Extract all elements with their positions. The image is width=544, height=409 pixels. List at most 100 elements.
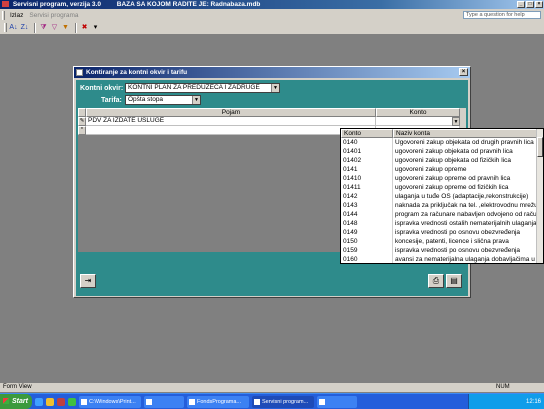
dropdown-row[interactable]: 0142 ulaganja u tuđe OS (adaptacije,rekon… bbox=[341, 192, 537, 201]
folder-icon[interactable] bbox=[46, 397, 54, 406]
dropdown-konto-code: 0141 bbox=[341, 165, 393, 174]
dropdown-row[interactable]: 0160 avansi za nematerijalna ulaganja dob… bbox=[341, 255, 537, 263]
clock: 12:16 bbox=[525, 399, 541, 405]
chevron-down-icon[interactable]: ▼ bbox=[192, 96, 200, 104]
status-text: Form View bbox=[3, 384, 32, 390]
app-icon bbox=[2, 1, 9, 8]
dropdown-konto-code: 01401 bbox=[341, 147, 393, 156]
start-button[interactable]: Start bbox=[0, 394, 32, 409]
exit-door-icon[interactable]: ⇥ bbox=[80, 274, 96, 288]
kontni-okvir-combo[interactable]: KONTNI PLAN ZA PREDUZEĆA I ZADRUGE ▼ bbox=[125, 83, 280, 93]
dropdown-konto-name: avansi za nematerijalna ulaganja dobavlj… bbox=[395, 256, 537, 263]
task-button[interactable] bbox=[317, 395, 357, 408]
dropdown-scrollbar[interactable] bbox=[536, 129, 543, 263]
taskbar: Start C:\Windows\Print... FondsPrograma.… bbox=[0, 393, 544, 409]
dropdown-konto-name: koncesije, patenti, licence i slična pra… bbox=[395, 238, 509, 245]
menu-servisi-programa[interactable]: Servisi programa bbox=[26, 12, 81, 19]
dropdown-konto-code: 0150 bbox=[341, 237, 393, 246]
dialog-title-bar: Kontiranje za kontni okvir i tarifu × bbox=[74, 67, 470, 78]
dropdown-row[interactable]: 0149 ispravka vrednosti po osnovu obezvre… bbox=[341, 228, 537, 237]
column-header-konto[interactable]: Konto bbox=[376, 108, 460, 117]
dropdown-row[interactable]: 0148 ispravka vrednosti ostalih nematerij… bbox=[341, 219, 537, 228]
task-button-active[interactable]: Servisni program... bbox=[252, 395, 314, 408]
minimize-button[interactable]: _ bbox=[517, 1, 525, 8]
cell-konto[interactable] bbox=[376, 117, 460, 126]
sort-ascending-icon[interactable]: A↓ bbox=[9, 23, 18, 32]
dropdown-konto-code: 01402 bbox=[341, 156, 393, 165]
dropdown-konto-name: ugovoreni zakup opreme od fizičkih lica bbox=[395, 184, 509, 191]
dropdown-konto-code: 0148 bbox=[341, 219, 393, 228]
dropdown-konto-name: ugovoreni zakup objekata od pravnih lica bbox=[395, 148, 513, 155]
dropdown-row[interactable]: 01410 ugovoreni zakup opreme od pravnih l… bbox=[341, 174, 537, 183]
row-selector-edit[interactable]: ✎ bbox=[78, 117, 86, 126]
dropdown-row[interactable]: 0143 naknada za priključak na tel. ,elekt… bbox=[341, 201, 537, 210]
form-icon bbox=[76, 69, 83, 76]
dropdown-row[interactable]: 0144 program za računare nabavljen odvoje… bbox=[341, 210, 537, 219]
dropdown-konto-code: 01410 bbox=[341, 174, 393, 183]
help-question-input[interactable]: Type a question for help bbox=[463, 11, 541, 19]
chevron-down-icon[interactable]: ▼ bbox=[452, 117, 460, 126]
cell-pojam[interactable] bbox=[86, 126, 376, 135]
kontni-okvir-label: Kontni okvir: bbox=[80, 85, 124, 92]
dropdown-konto-code: 0160 bbox=[341, 255, 393, 263]
dropdown-header-naziv: Naziv konta bbox=[393, 129, 537, 138]
dropdown-konto-code: 0140 bbox=[341, 138, 393, 147]
dropdown-konto-name: ispravka vrednosti po osnovu obezvređenj… bbox=[395, 229, 521, 236]
dropdown-arrow-icon[interactable]: ▾ bbox=[91, 23, 100, 32]
column-header-pojam[interactable]: Pojam bbox=[86, 108, 376, 117]
delete-record-icon[interactable]: ✖ bbox=[80, 23, 89, 32]
dropdown-konto-name: naknada za priključak na tel. ,elektrovo… bbox=[395, 202, 537, 209]
task-button[interactable] bbox=[144, 395, 184, 408]
task-button[interactable]: FondsPrograma... bbox=[187, 395, 249, 408]
system-tray: 12:16 bbox=[468, 394, 544, 409]
cell-pojam[interactable]: PDV ZA IZDATE USLUGE bbox=[86, 117, 376, 126]
filter-selection-icon[interactable]: ⧩ bbox=[39, 23, 48, 32]
browser-icon[interactable] bbox=[35, 397, 43, 406]
num-lock-indicator: NUM bbox=[496, 384, 510, 390]
dropdown-konto-name: ispravka vrednosti ostalih nematerijalni… bbox=[395, 220, 537, 227]
dropdown-row[interactable]: 0140 Ugovoreni zakup objekata od drugih p… bbox=[341, 138, 537, 147]
dropdown-konto-code: 0149 bbox=[341, 228, 393, 237]
toolbar-separator bbox=[34, 22, 36, 33]
dialog-close-button[interactable]: × bbox=[459, 68, 468, 76]
dropdown-konto-code: 0159 bbox=[341, 246, 393, 255]
dropdown-row[interactable]: 01411 ugovoreni zakup opreme od fizičkih … bbox=[341, 183, 537, 192]
dropdown-row[interactable]: 01401 ugovoreni zakup objekata od pravnih… bbox=[341, 147, 537, 156]
apply-filter-icon[interactable]: ▼ bbox=[61, 23, 70, 32]
status-bar: Form View NUM bbox=[0, 383, 544, 392]
dropdown-konto-name: ugovoreni zakup objekata od fizičkih lic… bbox=[395, 157, 511, 164]
scrollbar-thumb[interactable] bbox=[537, 137, 543, 157]
sort-descending-icon[interactable]: Z↓ bbox=[20, 23, 29, 32]
dropdown-row[interactable]: 0159 ispravka vrednosti po osnovu obezvre… bbox=[341, 246, 537, 255]
close-button[interactable]: × bbox=[535, 1, 543, 8]
konto-dropdown-list[interactable]: Konto Naziv konta 0140 Ugovoreni zakup ob… bbox=[340, 128, 544, 264]
tarifa-label: Tarifa: bbox=[101, 97, 122, 104]
maximize-button[interactable]: □ bbox=[526, 1, 534, 8]
task-button[interactable]: C:\Windows\Print... bbox=[79, 395, 141, 408]
app-quicklaunch-icon[interactable] bbox=[57, 397, 65, 406]
menu-grip bbox=[2, 10, 5, 20]
toolbar: A↓ Z↓ ⧩ ▽ ▼ ✖ ▾ bbox=[0, 21, 544, 35]
print-preview-icon[interactable]: ▤ bbox=[446, 274, 462, 288]
tarifa-value: Opšta stopa bbox=[128, 96, 164, 103]
media-icon[interactable] bbox=[68, 397, 76, 406]
dropdown-konto-name: ulaganja u tuđe OS (adaptacije,rekonstru… bbox=[395, 193, 529, 200]
dropdown-row[interactable]: 01402 ugovoreni zakup objekata od fizički… bbox=[341, 156, 537, 165]
dropdown-konto-name: ispravka vrednosti po osnovu obezvređenj… bbox=[395, 247, 521, 254]
dropdown-konto-code: 0143 bbox=[341, 201, 393, 210]
chevron-down-icon[interactable]: ▼ bbox=[271, 84, 279, 92]
table-row[interactable]: ✎ PDV ZA IZDATE USLUGE ▼ bbox=[78, 117, 466, 126]
app-title-bar: Servisni program, verzija 3.0 BAZA SA KO… bbox=[0, 0, 544, 9]
printer-icon[interactable]: ⎙ bbox=[428, 274, 444, 288]
filter-form-icon[interactable]: ▽ bbox=[50, 23, 59, 32]
dropdown-header-konto: Konto bbox=[341, 129, 393, 138]
dropdown-row[interactable]: 0141 ugovoreni zakup opreme bbox=[341, 165, 537, 174]
toolbar-grip bbox=[4, 23, 7, 32]
menu-izlaz[interactable]: Izlaz bbox=[7, 12, 26, 19]
row-selector-new[interactable]: * bbox=[78, 126, 86, 135]
dropdown-konto-name: ugovoreni zakup opreme bbox=[395, 166, 467, 173]
tarifa-combo[interactable]: Opšta stopa ▼ bbox=[125, 95, 201, 105]
dropdown-row[interactable]: 0150 koncesije, patenti, licence i slična… bbox=[341, 237, 537, 246]
dropdown-konto-code: 0142 bbox=[341, 192, 393, 201]
toolbar-separator bbox=[75, 22, 77, 33]
